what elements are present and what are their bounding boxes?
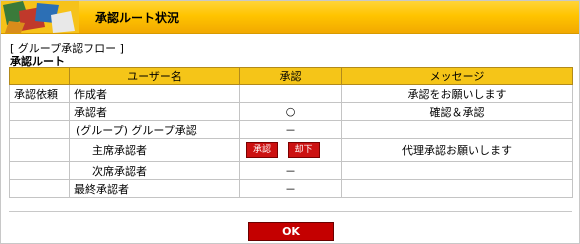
approval-status	[239, 84, 342, 103]
message	[341, 161, 573, 180]
message: 代理承認お願いします	[341, 138, 573, 162]
user-name: 次席承認者	[69, 161, 240, 180]
message: 承認をお願いします	[341, 84, 573, 103]
approval-status: ○	[239, 102, 342, 121]
approval-status: －	[239, 120, 342, 139]
approval-route-table: ユーザー名 承認 メッセージ 承認依頼 作成者 承認をお願いします 承認者 ○ …	[9, 67, 573, 198]
column-header	[9, 67, 70, 85]
message	[341, 120, 573, 139]
user-name: 承認者	[69, 102, 240, 121]
user-name: (グループ) グループ承認	[69, 120, 240, 139]
row-type	[9, 179, 70, 198]
table-row: (グループ) グループ承認 －	[9, 120, 573, 139]
footer-divider	[9, 211, 572, 212]
row-type	[9, 102, 70, 121]
user-name: 作成者	[69, 84, 240, 103]
user-name: 主席承認者	[69, 138, 240, 162]
table-row: 最終承認者 －	[9, 179, 573, 198]
reject-button[interactable]: 却下	[287, 142, 320, 158]
table-header-row: ユーザー名 承認 メッセージ	[9, 67, 573, 85]
header-bar: 承認ルート状況	[1, 1, 579, 34]
table-row: 主席承認者 承認 却下 代理承認お願いします	[9, 138, 573, 162]
approval-status: －	[239, 161, 342, 180]
approval-status: －	[239, 179, 342, 198]
table-row: 次席承認者 －	[9, 161, 573, 180]
approval-actions: 承認 却下	[239, 138, 342, 162]
column-header-user: ユーザー名	[69, 67, 240, 85]
row-type	[9, 138, 70, 162]
column-header-approval: 承認	[239, 67, 342, 85]
column-header-message: メッセージ	[341, 67, 573, 85]
message: 確認＆承認	[341, 102, 573, 121]
row-type: 承認依頼	[9, 84, 70, 103]
row-type	[9, 161, 70, 180]
ok-button[interactable]: OK	[248, 222, 334, 241]
user-name: 最終承認者	[69, 179, 240, 198]
page-title: 承認ルート状況	[95, 11, 180, 25]
row-type	[9, 120, 70, 139]
table-row: 承認依頼 作成者 承認をお願いします	[9, 84, 573, 103]
message	[341, 179, 573, 198]
app-logo-icon	[1, 1, 79, 33]
table-row: 承認者 ○ 確認＆承認	[9, 102, 573, 121]
approve-button[interactable]: 承認	[246, 142, 279, 158]
